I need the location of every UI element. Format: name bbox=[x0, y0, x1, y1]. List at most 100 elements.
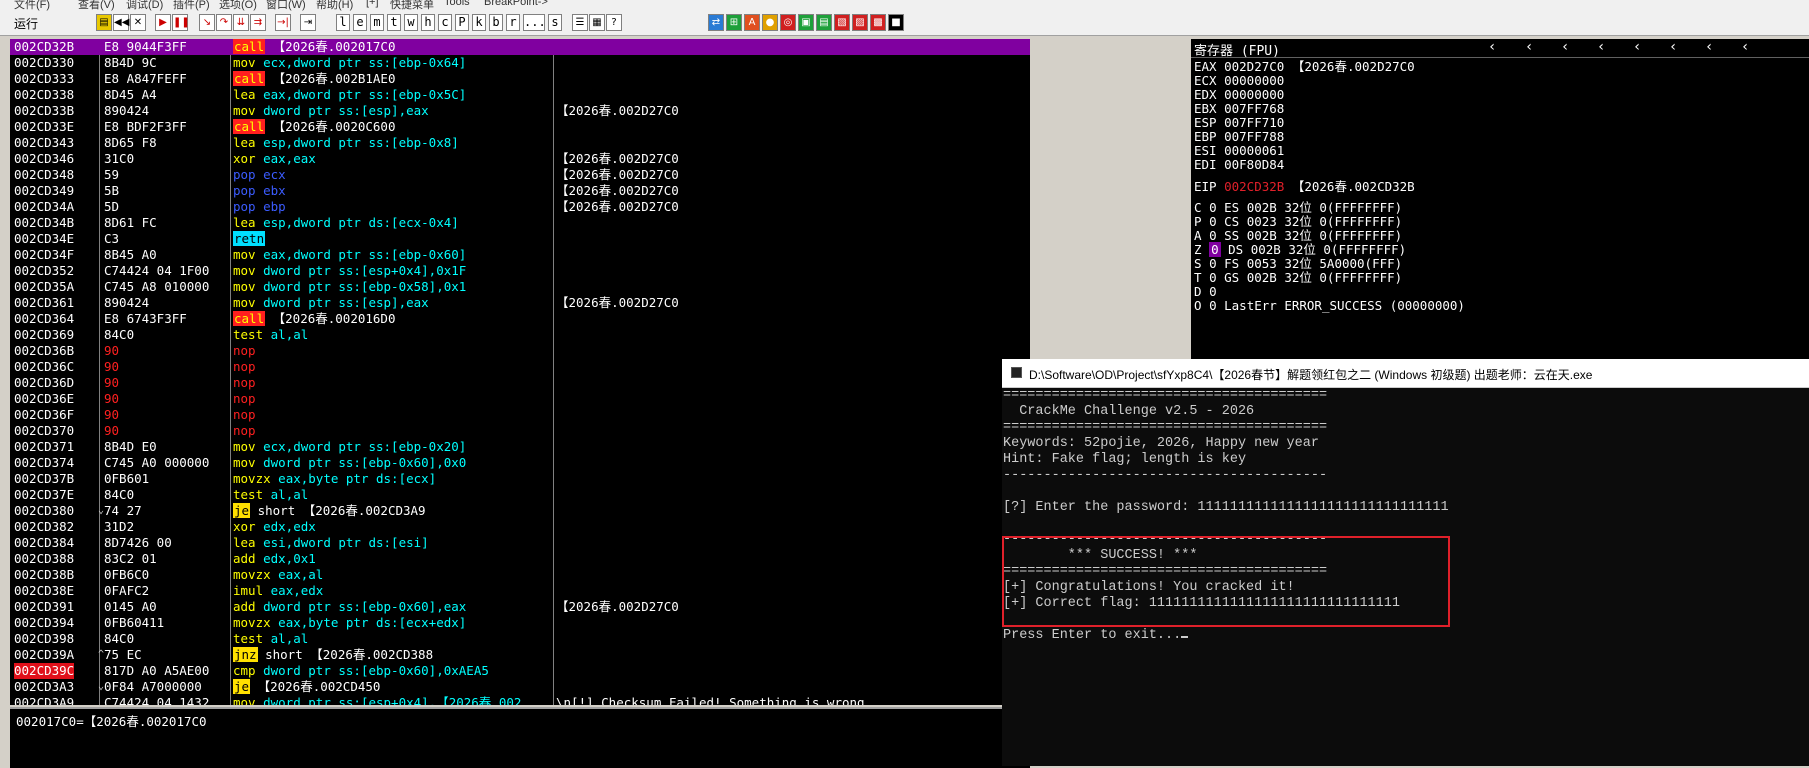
disassembly-row[interactable]: 002CD39A ^ 75 EC jnz short 【2026春.002CD388 bbox=[10, 647, 1030, 663]
disassembly-row[interactable]: 002CD3A9 C74424 04 1432 mov dword ptr ss:[… bbox=[10, 695, 1030, 705]
toolbar-window-button[interactable]: ... bbox=[523, 14, 546, 31]
disassembly-row[interactable]: 002CD374 C745 A0 000000 mov dword ptr ss:[… bbox=[10, 455, 1030, 471]
disassembly-row[interactable]: 002CD34B 8D61 FC lea esp,dword ptr ds:[ecx… bbox=[10, 215, 1030, 231]
register-value[interactable]: 00000061 bbox=[1224, 143, 1284, 158]
toolbar-window-button[interactable]: m bbox=[370, 14, 384, 31]
register-value[interactable]: 002CD32B bbox=[1224, 179, 1284, 194]
toolbar-window-button[interactable]: c bbox=[438, 14, 452, 31]
disassembly-row[interactable]: 002CD32B E8 9044F3FF call 【2026春.002017C0 bbox=[10, 39, 1030, 55]
list-icon[interactable]: ☰ bbox=[572, 14, 588, 31]
disassembly-row[interactable]: 002CD34E C3 retn bbox=[10, 231, 1030, 247]
flag-bit[interactable]: 0 bbox=[1209, 256, 1217, 271]
help-icon[interactable]: ? bbox=[606, 14, 622, 31]
plugin-2-icon[interactable]: ⊞ bbox=[726, 14, 742, 31]
register-value[interactable]: 002D27C0 bbox=[1224, 59, 1284, 74]
flag-bit[interactable]: 0 bbox=[1209, 298, 1217, 313]
plugin-10-icon[interactable]: ▩ bbox=[870, 14, 886, 31]
toolbar-window-button[interactable]: P bbox=[455, 14, 469, 31]
disassembly-row[interactable]: 002CD330 8B4D 9C mov ecx,dword ptr ss:[ebp… bbox=[10, 55, 1030, 71]
menu-item[interactable]: 插件(P) bbox=[173, 0, 210, 11]
toolbar-window-button[interactable]: b bbox=[489, 14, 503, 31]
chevron-left-icon[interactable]: ‹ bbox=[1705, 39, 1713, 55]
disassembly-row[interactable]: 002CD384 8D7426 00 lea esi,dword ptr ds:[e… bbox=[10, 535, 1030, 551]
disassembly-row[interactable]: 002CD388 83C2 01 add edx,0x1 bbox=[10, 551, 1030, 567]
disassembly-row[interactable]: 002CD35A C745 A8 010000 mov dword ptr ss:[… bbox=[10, 279, 1030, 295]
toolbar-window-button[interactable]: l bbox=[336, 14, 350, 31]
console-window[interactable]: D:\Software\OD\Project\sfYxp8C4\【2026春节】… bbox=[1002, 359, 1809, 766]
plugin-4-icon[interactable]: ● bbox=[762, 14, 778, 31]
menu-item[interactable]: 快捷菜单 bbox=[390, 0, 434, 11]
register-value[interactable]: 00000000 bbox=[1224, 87, 1284, 102]
toolbar-window-button[interactable]: s bbox=[548, 14, 562, 31]
menu-item[interactable]: 调试(D) bbox=[126, 0, 163, 11]
menu-item[interactable]: 查看(V) bbox=[78, 0, 115, 11]
disassembly-row[interactable]: 002CD37B 0FB601 movzx eax,byte ptr ds:[ecx… bbox=[10, 471, 1030, 487]
flag-bit[interactable]: 0 bbox=[1209, 242, 1221, 257]
flag-row[interactable]: T 0 GS 002B 32位 0(FFFFFFFF) bbox=[1194, 270, 1402, 286]
flag-bit[interactable]: 0 bbox=[1209, 214, 1217, 229]
chevron-left-icon[interactable]: ‹ bbox=[1597, 39, 1605, 55]
disassembly-pane[interactable]: 002CD32B E8 9044F3FF call 【2026春.002017C0 0… bbox=[10, 39, 1030, 705]
plugin-5-icon[interactable]: ◎ bbox=[780, 14, 796, 31]
flag-bit[interactable]: 0 bbox=[1209, 284, 1217, 299]
menu-item[interactable]: BreakPoint-> bbox=[484, 0, 548, 8]
menu-item[interactable]: 帮助(H) bbox=[316, 0, 353, 11]
plugin-8-icon[interactable]: ▧ bbox=[834, 14, 850, 31]
disassembly-row[interactable]: 002CD38E 0FAFC2 imul eax,edx bbox=[10, 583, 1030, 599]
plugin-9-icon[interactable]: ▨ bbox=[852, 14, 868, 31]
toolbar-window-button[interactable]: r bbox=[506, 14, 520, 31]
flag-bit[interactable]: 0 bbox=[1209, 200, 1217, 215]
menu-item[interactable]: 选项(O) bbox=[219, 0, 257, 11]
disassembly-row[interactable]: 002CD34A 5D pop ebp 【2026春.002D27C0 bbox=[10, 199, 1030, 215]
disassembly-row[interactable]: 002CD36E 90 nop bbox=[10, 391, 1030, 407]
disassembly-row[interactable]: 002CD36C 90 nop bbox=[10, 359, 1030, 375]
disassembly-row[interactable]: 002CD361 890424 mov dword ptr ss:[esp],eax… bbox=[10, 295, 1030, 311]
disassembly-row[interactable]: 002CD369 84C0 test al,al bbox=[10, 327, 1030, 343]
disassembly-row[interactable]: 002CD343 8D65 F8 lea esp,dword ptr ss:[ebp… bbox=[10, 135, 1030, 151]
menu-item[interactable]: Tools bbox=[444, 0, 470, 8]
chevron-left-icon[interactable]: ‹ bbox=[1669, 39, 1677, 55]
menu-item[interactable]: 窗口(W) bbox=[266, 0, 306, 11]
disassembly-row[interactable]: 002CD36B 90 nop bbox=[10, 343, 1030, 359]
toolbar-window-button[interactable]: e bbox=[353, 14, 367, 31]
flag-row[interactable]: O 0 LastErr ERROR_SUCCESS (00000000) bbox=[1194, 298, 1465, 314]
run-icon[interactable]: ▶ bbox=[155, 14, 171, 31]
execute-till-return-icon[interactable]: →| bbox=[275, 14, 291, 31]
disassembly-row[interactable]: 002CD33B 890424 mov dword ptr ss:[esp],eax… bbox=[10, 103, 1030, 119]
disassembly-row[interactable]: 002CD333 E8 A847FEFF call 【2026春.002B1AE0 bbox=[10, 71, 1030, 87]
disassembly-row[interactable]: 002CD382 31D2 xor edx,edx bbox=[10, 519, 1030, 535]
window-list-icon[interactable]: ▦ bbox=[589, 14, 605, 31]
goto-icon[interactable]: ⇥ bbox=[300, 14, 316, 31]
register-value[interactable]: 00F80D84 bbox=[1224, 157, 1284, 172]
disassembly-row[interactable]: 002CD38B 0FB6C0 movzx eax,al bbox=[10, 567, 1030, 583]
disassembly-row[interactable]: 002CD338 8D45 A4 lea eax,dword ptr ss:[ebp… bbox=[10, 87, 1030, 103]
disassembly-row[interactable]: 002CD364 E8 6743F3FF call 【2026春.002016D0 bbox=[10, 311, 1030, 327]
pause-icon[interactable]: ❚❚ bbox=[172, 14, 190, 31]
plugin-3-icon[interactable]: A bbox=[744, 14, 760, 31]
register-value[interactable]: 007FF710 bbox=[1224, 115, 1284, 130]
menu-item[interactable]: [+] bbox=[366, 0, 379, 8]
flag-bit[interactable]: 0 bbox=[1209, 228, 1217, 243]
disassembly-row[interactable]: 002CD394 0FB60411 movzx eax,byte ptr ds:[e… bbox=[10, 615, 1030, 631]
disassembly-row[interactable]: 002CD352 C74424 04 1F00 mov dword ptr ss:[… bbox=[10, 263, 1030, 279]
plugin-1-icon[interactable]: ⇄ bbox=[708, 14, 724, 31]
chevron-left-icon[interactable]: ‹ bbox=[1488, 39, 1496, 55]
restart-icon[interactable]: ◀◀ bbox=[113, 14, 129, 31]
disassembly-row[interactable]: 002CD346 31C0 xor eax,eax 【2026春.002D27C0 bbox=[10, 151, 1030, 167]
disassembly-row[interactable]: 002CD348 59 pop ecx 【2026春.002D27C0 bbox=[10, 167, 1030, 183]
disassembly-row[interactable]: 002CD370 90 nop bbox=[10, 423, 1030, 439]
register-row[interactable]: EDI 00F80D84 bbox=[1194, 157, 1284, 173]
disassembly-row[interactable]: 002CD391 0145 A0 add dword ptr ss:[ebp-0x6… bbox=[10, 599, 1030, 615]
disassembly-row[interactable]: 002CD36D 90 nop bbox=[10, 375, 1030, 391]
plugin-11-icon[interactable]: ■ bbox=[888, 14, 904, 31]
toolbar-window-button[interactable]: h bbox=[421, 14, 435, 31]
chevron-left-icon[interactable]: ‹ bbox=[1561, 39, 1569, 55]
disassembly-row[interactable]: 002CD33E E8 BDF2F3FF call 【2026春.0020C600 bbox=[10, 119, 1030, 135]
disassembly-row[interactable]: 002CD39C 817D A0 A5AE00 cmp dword ptr ss:[… bbox=[10, 663, 1030, 679]
disassembly-row[interactable]: 002CD371 8B4D E0 mov ecx,dword ptr ss:[ebp… bbox=[10, 439, 1030, 455]
menu-item[interactable]: 文件(F) bbox=[14, 0, 50, 11]
trace-over-icon[interactable]: ⇉ bbox=[250, 14, 266, 31]
step-into-icon[interactable]: ↘ bbox=[199, 14, 215, 31]
flag-bit[interactable]: 0 bbox=[1209, 270, 1217, 285]
disassembly-row[interactable]: 002CD37E 84C0 test al,al bbox=[10, 487, 1030, 503]
